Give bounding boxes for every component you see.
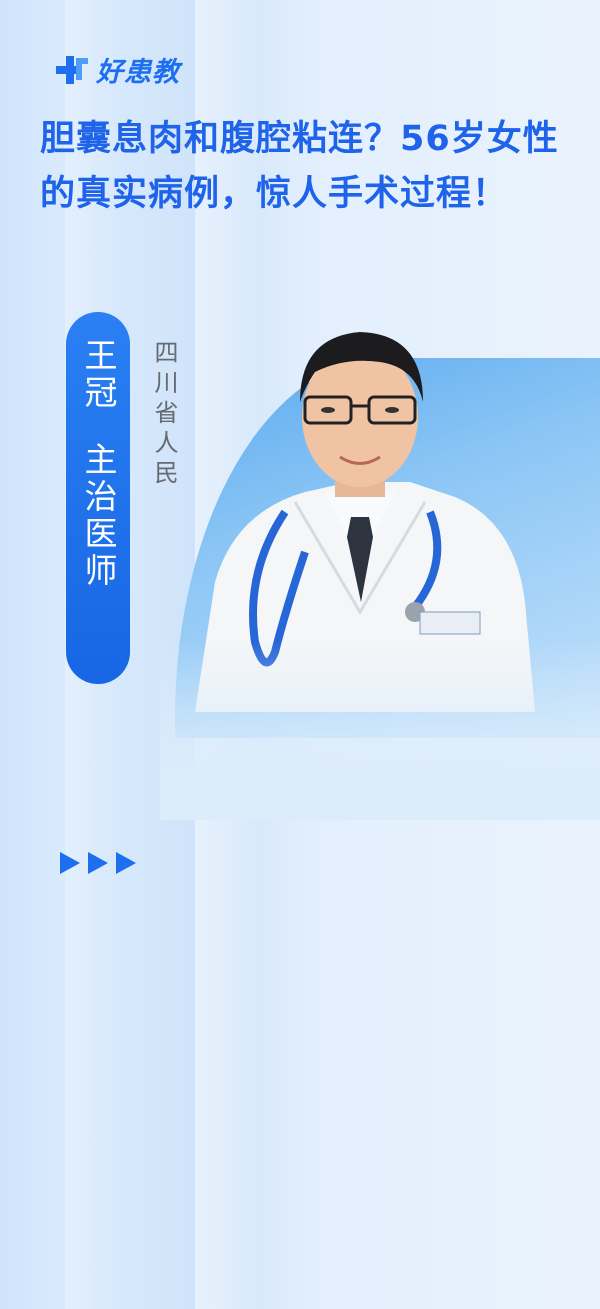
arrow-group [60,852,136,874]
hospital-name: 四川省人民 [150,340,178,490]
doctor-name-badge: 王冠 主治医师 [66,312,130,684]
doctor-name: 王冠 [79,338,118,412]
triangle-right-icon [88,852,108,874]
cross-logo-icon [52,54,92,86]
triangle-right-icon [60,852,80,874]
doctor-position: 主治医师 [79,442,118,590]
triangle-right-icon [116,852,136,874]
brand-name: 好患教 [96,57,180,88]
page-title: 胆囊息肉和腹腔粘连？56岁女性的真实病例，惊人手术过程！ [40,119,559,214]
photo-fade [160,640,600,820]
brand-logo[interactable]: 好患教 [52,50,180,89]
